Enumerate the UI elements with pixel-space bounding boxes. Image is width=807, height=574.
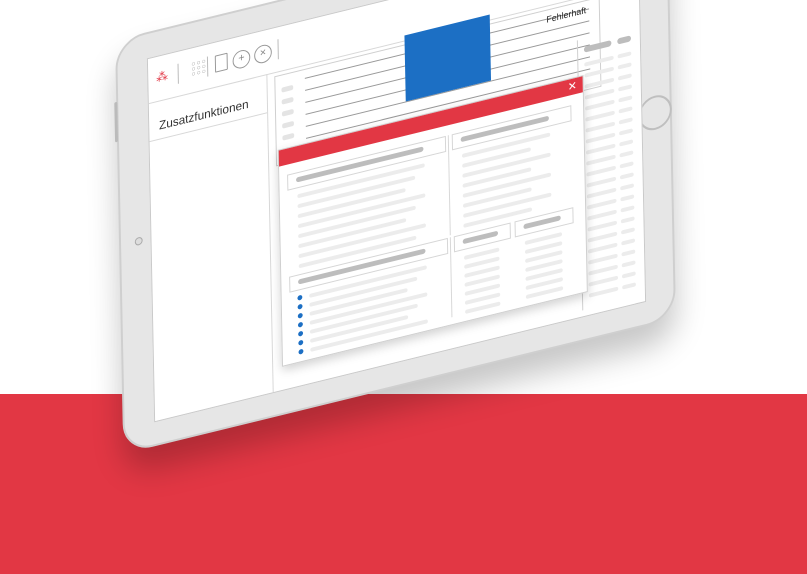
placeholder-row: [588, 264, 618, 276]
list-bullet-icon: [297, 321, 303, 328]
placeholder-row: [584, 66, 614, 78]
toolbar-separator: [277, 39, 279, 60]
list-bullet-icon: [298, 330, 304, 337]
placeholder-row: [584, 88, 615, 100]
placeholder-row: [586, 176, 617, 188]
chart-axis-tick: [281, 108, 294, 117]
placeholder-row: [621, 260, 636, 268]
placeholder-row: [587, 198, 617, 210]
placeholder-row: [620, 183, 634, 191]
placeholder-row: [621, 238, 636, 246]
placeholder-row: [620, 205, 635, 213]
device-side-button: [114, 101, 119, 143]
placeholder-row: [617, 62, 632, 70]
placeholder-row: [587, 242, 618, 254]
column-divider: [447, 135, 451, 236]
add-circle-icon[interactable]: +: [232, 48, 251, 71]
placeholder-row: [621, 271, 636, 279]
placeholder-row: [585, 121, 616, 133]
close-icon[interactable]: ✕: [568, 79, 577, 95]
chart-axis-tick: [281, 96, 294, 105]
placeholder-row: [588, 286, 619, 298]
list-bullet-icon: [297, 294, 303, 301]
placeholder-row: [617, 73, 632, 81]
device-home-button: [638, 91, 673, 134]
grid-icon[interactable]: ○○○ ○○○ ○○○: [191, 58, 207, 79]
placeholder-row: [618, 84, 632, 92]
column-header-pill: [583, 40, 612, 53]
close-circle-icon[interactable]: ×: [254, 42, 272, 66]
placeholder-row: [587, 220, 617, 232]
app-screen: ⁂ ○○○○○○○○○ + × + − × Zusatzfunktionen i…: [146, 0, 647, 423]
placeholder-row: [619, 139, 634, 147]
placeholder-row: [620, 216, 635, 224]
placeholder-row: [618, 117, 633, 125]
placeholder-row: [618, 106, 633, 114]
placeholder-row: [587, 209, 617, 221]
column-divider: [449, 237, 453, 318]
placeholder-row: [588, 253, 618, 265]
placeholder-row: [621, 227, 635, 235]
red-background-band: [0, 394, 807, 574]
list-bullet-icon: [297, 303, 303, 310]
placeholder-row: [587, 231, 618, 243]
placeholder-row: [619, 128, 633, 136]
placeholder-row: [584, 55, 614, 67]
placeholder-row: [617, 51, 632, 59]
chart-axis-tick: [282, 132, 295, 141]
placeholder-row: [619, 161, 634, 169]
placeholder-row: [584, 77, 615, 89]
section-header-pill: [523, 215, 561, 230]
chart-axis-tick: [281, 84, 294, 93]
toolbar-separator: [206, 56, 209, 77]
sidebar: Zusatzfunktionen: [148, 74, 274, 422]
placeholder-row: [621, 249, 636, 257]
placeholder-row: [618, 95, 633, 103]
placeholder-row: [585, 132, 616, 144]
placeholder-row: [586, 165, 616, 177]
tablet-device: ⁂ ○○○○○○○○○ + × + − × Zusatzfunktionen i…: [114, 0, 676, 454]
column-header-pill: [617, 35, 632, 45]
dotted-logo-icon: ⁂: [156, 68, 169, 86]
document-icon[interactable]: [214, 52, 228, 73]
placeholder-row: [619, 150, 634, 158]
placeholder-row: [585, 99, 615, 111]
placeholder-row: [585, 110, 615, 122]
placeholder-row: [585, 143, 616, 155]
section-header-pill: [462, 230, 499, 245]
list-bullet-icon: [298, 339, 304, 346]
placeholder-row: [586, 154, 616, 166]
placeholder-row: [620, 194, 635, 202]
toolbar-separator: [177, 63, 179, 84]
list-bullet-icon: [298, 348, 304, 355]
placeholder-row: [622, 282, 636, 290]
section-header: [453, 222, 511, 253]
list-bullet-icon: [297, 312, 303, 319]
chart-axis-tick: [282, 120, 294, 129]
placeholder-row: [588, 275, 619, 287]
placeholder-row: [619, 172, 634, 180]
placeholder-row: [586, 187, 617, 199]
device-camera: [134, 236, 143, 247]
